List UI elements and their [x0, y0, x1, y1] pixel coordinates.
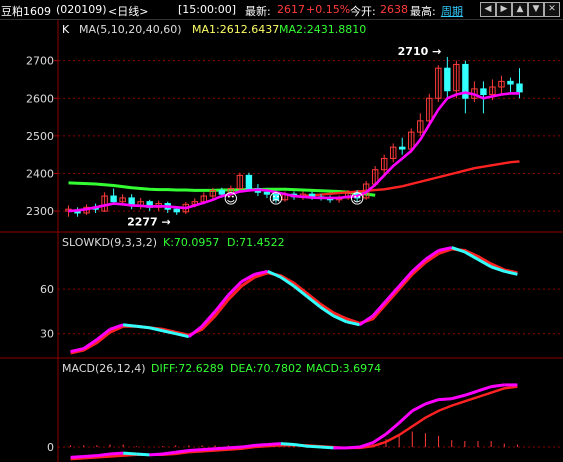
price-annotations: 2710 → 2277 → ☺ ☹ ☺: [127, 45, 441, 229]
macd-diff-segment: [109, 451, 124, 456]
frown-face-icon: ☹: [269, 192, 284, 208]
candle-body: [516, 83, 523, 93]
macd-diff-segment: [162, 450, 176, 456]
candle-body: [173, 208, 180, 213]
kd-k-segment: [136, 324, 150, 330]
macd-diff-segment: [70, 455, 84, 459]
kd-chart: [70, 246, 518, 355]
macd-diff-segment: [398, 409, 414, 424]
candle-body: [444, 67, 451, 92]
macd-diff-segment: [464, 389, 479, 397]
macd-diff-segment: [346, 445, 360, 450]
kd-y-tick: 60: [40, 283, 54, 296]
macd-diff-segment: [123, 451, 137, 456]
candle-body: [507, 80, 514, 85]
macd-diff-segment: [149, 452, 163, 457]
macd-diff-segment: [83, 454, 97, 459]
macd-diff-segment: [307, 444, 321, 449]
smile-face-icon: ☺: [350, 192, 365, 208]
macd-diff-segment: [320, 445, 334, 450]
macd-diff-segment: [424, 398, 440, 406]
macd-diff-segment: [136, 452, 150, 457]
kd-k-segment: [451, 246, 466, 254]
price-y-tick: 2500: [26, 130, 54, 143]
macd-diff-segment: [280, 442, 295, 446]
price-y-tick: 2300: [26, 205, 54, 218]
candle-body: [480, 88, 487, 96]
macd-diff-segment: [96, 452, 111, 458]
macd-diff-segment: [385, 421, 401, 436]
candle-body: [245, 174, 253, 190]
macd-diff-segment: [215, 446, 229, 451]
macd-y-tick: 0: [47, 441, 54, 454]
candle-body: [110, 195, 117, 203]
low-marker-label: 2277 →: [127, 216, 171, 229]
macd-diff-segment: [267, 442, 281, 446]
kd-d-line: [70, 247, 518, 355]
y-tick-labels: 2700 2600 2500 2400 2300 60 30 0: [26, 55, 58, 454]
chart-canvas[interactable]: 2700 2600 2500 2400 2300 60 30 0 2710 → 2277 → ☺ ☹…: [0, 0, 563, 462]
macd-diff-segment: [411, 402, 427, 413]
high-marker-label: 2710 →: [398, 45, 442, 58]
macd-diff-segment: [228, 445, 242, 450]
price-y-tick: 2600: [26, 92, 54, 105]
macd-diff-segment: [254, 442, 268, 447]
price-y-tick: 2400: [26, 167, 54, 180]
macd-chart: [70, 383, 518, 461]
macd-diff-segment: [490, 383, 505, 389]
macd-diff-segment: [241, 443, 255, 449]
macd-diff-segment: [438, 397, 452, 402]
price-chart: [65, 56, 523, 217]
price-y-tick: 2700: [26, 55, 54, 68]
macd-diff-segment: [477, 385, 492, 393]
macd-diff-segment: [293, 442, 308, 448]
macd-diff-segment: [175, 449, 190, 454]
kd-k-segment: [122, 323, 137, 328]
candle-body: [399, 146, 406, 150]
smile-face-icon: ☺: [224, 192, 239, 208]
macd-diff-segment: [451, 393, 466, 401]
kd-y-tick: 30: [40, 328, 54, 341]
macd-diff-segment: [201, 447, 216, 452]
macd-diff-segment: [188, 448, 203, 453]
